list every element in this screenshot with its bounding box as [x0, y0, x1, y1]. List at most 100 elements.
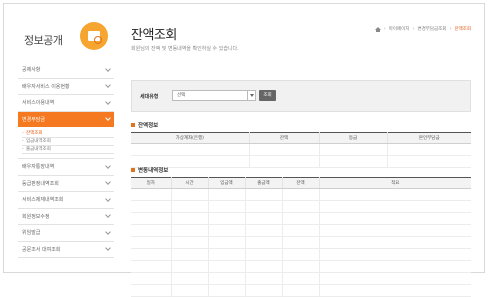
- table-cell: [208, 272, 246, 285]
- table-cell: [171, 212, 209, 225]
- table-row: [131, 224, 471, 237]
- column-header: 잔액: [249, 132, 320, 144]
- table-cell: [208, 260, 246, 273]
- sidebar-item-link[interactable]: 변경부담금: [18, 111, 114, 127]
- table-cell: [131, 236, 172, 249]
- sidebar-item-link[interactable]: 회원정보수정: [18, 209, 114, 225]
- sidebar-item-link[interactable]: 서비스이용내역: [18, 95, 114, 111]
- sidebar-item: 회원정보수정: [18, 209, 114, 225]
- table-cell: [131, 284, 172, 297]
- table-cell: [282, 200, 320, 213]
- sidebar-item-link[interactable]: 배우자서비스 이용현황: [18, 79, 114, 95]
- chevron-down-icon: [105, 65, 111, 72]
- table-cell: [245, 260, 283, 273]
- sidebar-item-link[interactable]: 위임발급: [18, 225, 114, 241]
- history-table: 일자 시간 입금액 출금액 잔액 적요: [131, 177, 471, 297]
- table-cell: [208, 284, 246, 297]
- table-cell: [387, 155, 471, 168]
- chevron-down-icon: [247, 91, 255, 100]
- table-cell: [171, 188, 209, 201]
- section-bullet-icon: [131, 168, 135, 172]
- column-header: 잔액: [282, 177, 320, 189]
- table-cell: [208, 236, 246, 249]
- sidebar-item-label: 서비스제재내역조회: [22, 197, 64, 204]
- table-cell: [319, 284, 471, 297]
- table-cell: [319, 272, 471, 285]
- table-cell: [171, 272, 209, 285]
- table-cell: [249, 155, 320, 168]
- chevron-down-icon: [105, 245, 111, 252]
- search-button[interactable]: 조회: [259, 90, 276, 101]
- sidebar-item-label: 회원정보수정: [22, 213, 50, 220]
- sidebar-item: 배우자서비스 이용현황: [18, 79, 114, 95]
- sidebar-item: 위임발급: [18, 225, 114, 242]
- sidebar-item: 서비스제재내역조회: [18, 192, 114, 209]
- column-header: 등급: [319, 132, 388, 144]
- page-description: 회원님의 잔액 및 변동내역을 확인하실 수 있습니다.: [131, 46, 239, 52]
- home-icon[interactable]: [374, 26, 381, 32]
- column-header: 일자: [131, 177, 172, 189]
- sidebar-item-link[interactable]: 공제사항: [18, 62, 114, 78]
- column-header: 시간: [171, 177, 209, 189]
- chevron-down-icon: [105, 228, 111, 235]
- table-cell: [245, 212, 283, 225]
- balance-section-label: 잔액정보: [138, 123, 159, 129]
- sidebar-item-label: 위임발급: [22, 230, 41, 237]
- sidebar-subitem[interactable]: 입금내역조회: [22, 138, 114, 146]
- breadcrumb-separator-icon: ›: [412, 26, 415, 32]
- table-cell: [282, 284, 320, 297]
- table-cell: [131, 248, 172, 261]
- table-cell: [245, 248, 283, 261]
- table-row: [131, 200, 471, 213]
- breadcrumb-item-current: 잔액조회: [454, 27, 471, 32]
- sidebar-item-link[interactable]: 공문조서 대여조회: [18, 242, 114, 258]
- table-row: [131, 260, 471, 273]
- table-cell: [319, 212, 471, 225]
- chevron-down-icon: [105, 162, 111, 169]
- search-panel: 세대유형 선택 조회: [131, 80, 471, 112]
- history-section-title: 변동내역정보: [131, 166, 168, 174]
- table-cell: [282, 188, 320, 201]
- breadcrumb: › 마이페이지 › 변경부담금조회 › 잔액조회: [374, 26, 471, 32]
- table-cell: [131, 188, 172, 201]
- table-cell: [245, 188, 283, 201]
- table-cell: [245, 284, 283, 297]
- chevron-down-icon: [105, 82, 111, 89]
- table-cell: [208, 212, 246, 225]
- breadcrumb-item-section[interactable]: 변경부담금조회: [417, 26, 446, 32]
- table-cell: [171, 260, 209, 273]
- table-cell: [208, 248, 246, 261]
- column-header: 적요: [319, 177, 471, 189]
- balance-section-title: 잔액정보: [131, 121, 158, 129]
- column-header: 출금액: [245, 177, 283, 189]
- table-row: [131, 236, 471, 249]
- sidebar-item-label: 공문조서 대여조회: [22, 246, 61, 253]
- sidebar-item-link[interactable]: 서비스제재내역조회: [18, 192, 114, 208]
- balance-table: 가상계좌(은행) 잔액 등급 본인부담금: [131, 132, 471, 168]
- table-cell: [245, 236, 283, 249]
- table-cell: [282, 248, 320, 261]
- table-cell: [282, 212, 320, 225]
- table-cell: [208, 188, 246, 201]
- breadcrumb-separator-icon: ›: [383, 26, 386, 32]
- table-cell: [245, 200, 283, 213]
- table-cell: [131, 260, 172, 273]
- sidebar-item: 변경부담금잔액조회입금내역조회출금내역조회: [18, 111, 114, 159]
- table-cell: [319, 260, 471, 273]
- sidebar-item-link[interactable]: 등급판정내역조회: [18, 176, 114, 192]
- sidebar-item-link[interactable]: 배우자통장내역: [18, 159, 114, 175]
- section-bullet-icon: [131, 123, 135, 127]
- table-row: [131, 248, 471, 261]
- table-cell: [282, 236, 320, 249]
- breadcrumb-item-mypage[interactable]: 마이페이지: [389, 26, 410, 32]
- table-cell: [319, 155, 388, 168]
- sidebar-subitem[interactable]: 출금내역조회: [22, 146, 114, 154]
- table-cell: [319, 248, 471, 261]
- table-cell: [245, 272, 283, 285]
- sidebar-subitem[interactable]: 잔액조회: [22, 130, 114, 138]
- household-type-select[interactable]: 선택: [172, 90, 256, 101]
- table-cell: [171, 284, 209, 297]
- breadcrumb-separator-icon: ›: [449, 26, 452, 32]
- table-row: [131, 188, 471, 201]
- sidebar-item: 공제사항: [18, 62, 114, 79]
